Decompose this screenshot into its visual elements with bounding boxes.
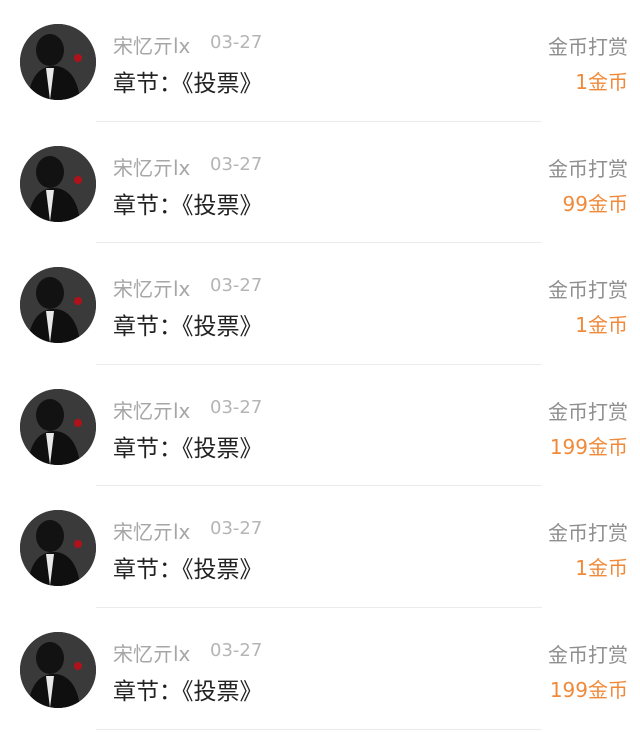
reward-date: 03-27 bbox=[210, 396, 263, 418]
reward-amount: 99金币 bbox=[562, 191, 628, 216]
chapter-title: 章节：《投票》 bbox=[113, 679, 263, 705]
avatar-figure-icon bbox=[20, 510, 96, 587]
username[interactable]: 宋忆亓lx bbox=[113, 152, 190, 181]
avatar-figure-icon bbox=[20, 24, 96, 100]
avatar-figure-icon bbox=[20, 388, 96, 465]
username[interactable]: 宋忆亓lx bbox=[113, 273, 190, 302]
reward-type: 金币打赏 bbox=[548, 643, 628, 667]
username[interactable]: 宋忆亓lx bbox=[113, 395, 190, 424]
avatar-figure-icon bbox=[20, 632, 96, 708]
reward-amount: 199金币 bbox=[549, 434, 628, 459]
reward-date: 03-27 bbox=[210, 153, 263, 175]
avatar-figure-icon bbox=[20, 267, 96, 344]
reward-date: 03-27 bbox=[210, 640, 263, 661]
reward-date: 03-27 bbox=[210, 32, 263, 53]
reward-type: 金币打赏 bbox=[548, 156, 628, 181]
chapter-title: 章节：《投票》 bbox=[113, 557, 263, 584]
reward-date: 03-27 bbox=[210, 275, 263, 297]
chapter-title: 章节：《投票》 bbox=[113, 192, 263, 219]
reward-type: 金币打赏 bbox=[548, 35, 628, 59]
reward-type: 金币打赏 bbox=[548, 399, 628, 424]
user-avatar[interactable] bbox=[20, 388, 96, 465]
reward-list-item[interactable]: 宋忆亓lx 03-27 章节：《投票》 金币打赏 199金币 bbox=[0, 365, 640, 487]
username[interactable]: 宋忆亓lx bbox=[113, 516, 190, 545]
reward-date: 03-27 bbox=[210, 518, 263, 540]
reward-list: 宋忆亓lx 03-27 章节：《投票》 金币打赏 1金币 宋忆亓lx 03-27… bbox=[0, 0, 640, 732]
reward-list-item[interactable]: 宋忆亓lx 03-27 章节：《投票》 金币打赏 99金币 bbox=[0, 122, 640, 244]
user-avatar[interactable] bbox=[20, 510, 96, 587]
chapter-title: 章节：《投票》 bbox=[113, 435, 263, 462]
user-avatar[interactable] bbox=[20, 632, 96, 708]
reward-amount: 199金币 bbox=[549, 678, 628, 702]
avatar-figure-icon bbox=[20, 145, 96, 222]
user-avatar[interactable] bbox=[20, 24, 96, 100]
user-avatar[interactable] bbox=[20, 145, 96, 222]
username[interactable]: 宋忆亓lx bbox=[113, 30, 190, 59]
reward-type: 金币打赏 bbox=[548, 278, 628, 303]
reward-list-item[interactable]: 宋忆亓lx 03-27 章节：《投票》 金币打赏 199金币 bbox=[0, 608, 640, 730]
reward-amount: 1金币 bbox=[575, 70, 628, 94]
chapter-title: 章节：《投票》 bbox=[113, 71, 263, 97]
user-avatar[interactable] bbox=[20, 267, 96, 344]
reward-list-item[interactable]: 宋忆亓lx 03-27 章节：《投票》 金币打赏 1金币 bbox=[0, 0, 640, 122]
username[interactable]: 宋忆亓lx bbox=[113, 638, 190, 667]
reward-list-item[interactable]: 宋忆亓lx 03-27 章节：《投票》 金币打赏 1金币 bbox=[0, 486, 640, 608]
reward-amount: 1金币 bbox=[575, 556, 628, 581]
row-divider bbox=[96, 728, 542, 730]
reward-amount: 1金币 bbox=[575, 313, 628, 338]
reward-type: 金币打赏 bbox=[548, 521, 628, 546]
chapter-title: 章节：《投票》 bbox=[113, 314, 263, 341]
reward-list-item[interactable]: 宋忆亓lx 03-27 章节：《投票》 金币打赏 1金币 bbox=[0, 243, 640, 365]
